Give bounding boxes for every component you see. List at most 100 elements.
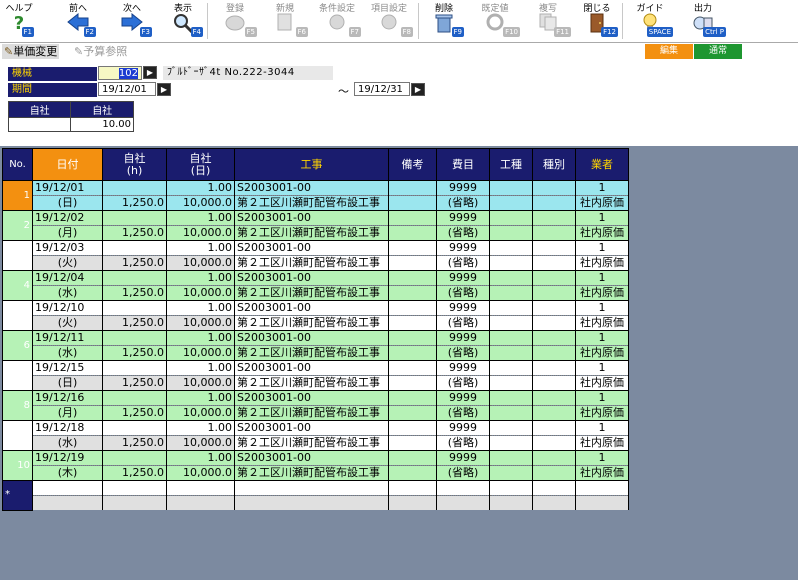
remarks-cell[interactable] [388, 330, 437, 346]
work-code-cell[interactable]: S2003001-00 [234, 420, 389, 436]
work-type-cell[interactable] [489, 240, 533, 256]
remarks-cell[interactable] [388, 390, 437, 406]
days-cell[interactable]: 1.00 [166, 390, 235, 406]
copy-button[interactable]: 複写 F11 [525, 0, 571, 42]
col-header-work[interactable]: 工事 [234, 148, 389, 181]
new-cell[interactable] [102, 495, 167, 510]
work-code-cell[interactable]: S2003001-00 [234, 300, 389, 316]
guide-button[interactable]: ガイド SPACE [627, 0, 673, 42]
amount-cell[interactable]: 10,000.0 [166, 315, 235, 331]
work-type-sub-cell[interactable] [489, 435, 533, 451]
hours-value-cell[interactable]: 1,250.0 [102, 285, 167, 301]
table-row-sub[interactable]: (日) 1,250.0 10,000.0 第２工区川瀬町配管布設工事 (省略) 社内原価 [3, 375, 629, 391]
new-cell[interactable] [575, 495, 629, 510]
date-cell[interactable]: 19/12/15 [32, 360, 103, 376]
kind-cell[interactable] [532, 240, 576, 256]
remarks-sub-cell[interactable] [388, 285, 437, 301]
row-number[interactable]: 2 [2, 210, 33, 241]
date-cell[interactable]: 19/12/03 [32, 240, 103, 256]
machine-lookup-button[interactable]: ▶ [143, 66, 157, 79]
hours-cell[interactable] [102, 450, 167, 466]
amount-cell[interactable]: 10,000.0 [166, 405, 235, 421]
work-type-cell[interactable] [489, 270, 533, 286]
work-type-sub-cell[interactable] [489, 255, 533, 271]
tab-unit-price-change[interactable]: ✎単価変更 [2, 44, 60, 59]
vendor-code-cell[interactable]: 1 [575, 270, 629, 286]
prev-button[interactable]: 前へ F2 [60, 0, 96, 42]
amount-cell[interactable]: 10,000.0 [166, 465, 235, 481]
expense-code-cell[interactable]: 9999 [436, 330, 490, 346]
expense-code-cell[interactable]: 9999 [436, 420, 490, 436]
work-type-cell[interactable] [489, 450, 533, 466]
kind-sub-cell[interactable] [532, 405, 576, 421]
work-type-sub-cell[interactable] [489, 225, 533, 241]
condition-settings-button[interactable]: 条件設定 F7 [313, 0, 361, 42]
kind-sub-cell[interactable] [532, 255, 576, 271]
expense-code-cell[interactable]: 9999 [436, 450, 490, 466]
period-to-input[interactable]: 19/12/31 [354, 82, 410, 96]
date-cell[interactable]: 19/12/16 [32, 390, 103, 406]
tab-budget-reference[interactable]: ✎予算参照 [72, 44, 129, 59]
table-row[interactable]: 9 19/12/18 1.00 S2003001-00 9999 1 [2, 420, 629, 451]
kind-cell[interactable] [532, 270, 576, 286]
col-header-expense[interactable]: 費目 [436, 148, 490, 181]
remarks-cell[interactable] [388, 300, 437, 316]
table-row-sub[interactable]: (木) 1,250.0 10,000.0 第２工区川瀬町配管布設工事 (省略) 社内原価 [3, 465, 629, 481]
vendor-code-cell[interactable]: 1 [575, 420, 629, 436]
next-button[interactable]: 次へ F3 [112, 0, 152, 42]
vendor-code-cell[interactable]: 1 [575, 240, 629, 256]
date-cell[interactable]: 19/12/18 [32, 420, 103, 436]
remarks-sub-cell[interactable] [388, 195, 437, 211]
days-cell[interactable]: 1.00 [166, 330, 235, 346]
new-record-row[interactable]: * [2, 480, 629, 511]
new-cell[interactable] [234, 480, 389, 496]
remarks-sub-cell[interactable] [388, 315, 437, 331]
kind-cell[interactable] [532, 360, 576, 376]
hours-cell[interactable] [102, 210, 167, 226]
days-cell[interactable]: 1.00 [166, 180, 235, 196]
table-row[interactable]: 5 19/12/10 1.00 S2003001-00 9999 1 [2, 300, 629, 331]
vendor-code-cell[interactable]: 1 [575, 210, 629, 226]
hours-value-cell[interactable]: 1,250.0 [102, 435, 167, 451]
days-cell[interactable]: 1.00 [166, 210, 235, 226]
table-row[interactable]: 2 19/12/02 1.00 S2003001-00 9999 1 [2, 210, 629, 241]
work-type-sub-cell[interactable] [489, 345, 533, 361]
vendor-code-cell[interactable]: 1 [575, 330, 629, 346]
amount-cell[interactable]: 10,000.0 [166, 375, 235, 391]
period-from-input[interactable]: 19/12/01 [98, 82, 156, 96]
remarks-sub-cell[interactable] [388, 225, 437, 241]
row-number[interactable]: 5 [2, 300, 33, 331]
kind-cell[interactable] [532, 210, 576, 226]
date-cell[interactable]: 19/12/19 [32, 450, 103, 466]
amount-cell[interactable]: 10,000.0 [166, 345, 235, 361]
row-number[interactable]: 10 [2, 450, 33, 481]
table-row-sub[interactable]: (火) 1,250.0 10,000.0 第２工区川瀬町配管布設工事 (省略) 社内原価 [3, 255, 629, 271]
amount-cell[interactable]: 10,000.0 [166, 195, 235, 211]
new-cell[interactable] [388, 480, 437, 496]
remarks-cell[interactable] [388, 360, 437, 376]
work-code-cell[interactable]: S2003001-00 [234, 270, 389, 286]
close-button[interactable]: 閉じる F12 [576, 0, 618, 42]
hours-cell[interactable] [102, 270, 167, 286]
kind-sub-cell[interactable] [532, 375, 576, 391]
remarks-sub-cell[interactable] [388, 465, 437, 481]
new-cell[interactable] [436, 495, 490, 510]
col-header-remarks[interactable]: 備考 [388, 148, 437, 181]
col-header-work-type[interactable]: 工種 [489, 148, 533, 181]
remarks-sub-cell[interactable] [388, 405, 437, 421]
hours-value-cell[interactable]: 1,250.0 [102, 315, 167, 331]
table-row[interactable]: 1 19/12/01 1.00 S2003001-00 9999 1 [2, 180, 629, 211]
work-type-cell[interactable] [489, 210, 533, 226]
remarks-sub-cell[interactable] [388, 255, 437, 271]
remarks-sub-cell[interactable] [388, 435, 437, 451]
vendor-code-cell[interactable]: 1 [575, 180, 629, 196]
hours-value-cell[interactable]: 1,250.0 [102, 255, 167, 271]
new-cell[interactable] [234, 495, 389, 510]
kind-sub-cell[interactable] [532, 225, 576, 241]
new-cell[interactable] [166, 480, 235, 496]
work-type-cell[interactable] [489, 390, 533, 406]
kind-sub-cell[interactable] [532, 285, 576, 301]
new-cell[interactable] [102, 480, 167, 496]
col-header-kind[interactable]: 種別 [532, 148, 576, 181]
kind-cell[interactable] [532, 450, 576, 466]
